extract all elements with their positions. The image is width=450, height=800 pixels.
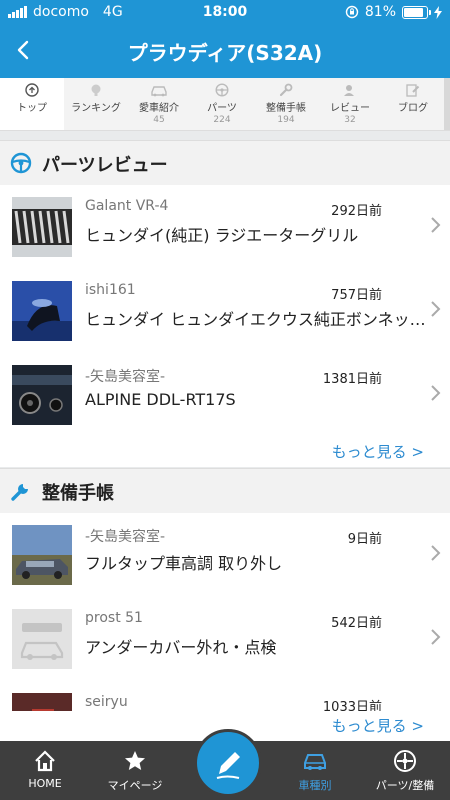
user-name: Galant VR-4: [85, 198, 169, 214]
post-button[interactable]: [194, 729, 262, 797]
item-title: ALPINE DDL-RT17S: [85, 390, 236, 409]
tab-label: ランキング: [71, 103, 121, 114]
car-icon: [304, 754, 326, 770]
see-more-link[interactable]: もっと見る >: [332, 441, 424, 462]
rotation-lock-icon: [345, 5, 359, 19]
item-title: フルタップ車高調 取り外し: [85, 554, 283, 573]
list-item[interactable]: seiryu 1033日前: [0, 681, 450, 711]
tab-blog[interactable]: ブログ: [382, 78, 444, 130]
thumbnail: [12, 197, 72, 257]
thumbnail: [12, 693, 72, 711]
nav-car-model[interactable]: 車種別: [270, 741, 360, 800]
pencil-icon: [406, 84, 420, 97]
user-name: prost 51: [85, 610, 143, 626]
category-tabs: トップ ランキング 愛車紹介 45 パーツ 224 整備手帳 194 レビュー …: [0, 78, 450, 131]
post-date: 9日前: [347, 532, 382, 547]
tab-ranking[interactable]: ランキング: [64, 78, 128, 130]
tab-label: ブログ: [398, 103, 428, 114]
list-item[interactable]: ishi161 757日前 ヒュンダイ ヒュンダイエクウス純正ボンネットマスコッ…: [0, 269, 450, 353]
post-date: 757日前: [331, 288, 382, 303]
tab-label: レビュー: [330, 103, 370, 114]
tab-top[interactable]: トップ: [0, 78, 64, 130]
tab-label: 整備手帳: [266, 103, 306, 114]
nav-bar: プラウディア(S32A): [0, 26, 450, 78]
item-title: ヒュンダイ(純正) ラジエーターグリル: [85, 226, 359, 245]
see-more-link[interactable]: もっと見る >: [332, 715, 424, 736]
user-name: -矢島美容室-: [85, 369, 166, 385]
parts-review-more: もっと見る >: [0, 437, 450, 467]
chevron-right-icon: [431, 545, 441, 561]
charging-icon: [434, 5, 442, 19]
home-icon: [35, 750, 55, 772]
tab-count: 224: [213, 115, 231, 125]
chevron-right-icon: [431, 629, 441, 645]
tab-parts[interactable]: パーツ 224: [190, 78, 254, 130]
nav-label: 車種別: [298, 779, 332, 792]
nav-label: パーツ/整備: [375, 779, 435, 792]
tab-count: 194: [277, 115, 295, 125]
steering-wheel-icon: [215, 83, 229, 97]
tab-count: 32: [344, 115, 356, 125]
list-item[interactable]: -矢島美容室- 1381日前 ALPINE DDL-RT17S: [0, 353, 450, 437]
wrench-icon: [11, 484, 28, 501]
section-title: パーツレビュー: [42, 155, 168, 176]
post-date: 1381日前: [322, 372, 382, 387]
section-title: 整備手帳: [42, 483, 114, 504]
list-item[interactable]: Galant VR-4 292日前 ヒュンダイ(純正) ラジエーターグリル: [0, 185, 450, 269]
tab-car-intro[interactable]: 愛車紹介 45: [128, 78, 190, 130]
top-icon: [25, 83, 39, 97]
parts-review-header: パーツレビュー: [0, 140, 450, 185]
chevron-right-icon: [431, 301, 441, 317]
bottom-nav: HOME マイページ 車種別 パーツ/整備: [0, 729, 450, 800]
nav-label: マイページ: [107, 779, 163, 792]
tabs-scrollbar[interactable]: [444, 78, 450, 130]
tab-label: トップ: [17, 103, 47, 114]
thumbnail: [12, 365, 72, 425]
star-icon: [125, 751, 145, 770]
nav-label: HOME: [28, 777, 62, 790]
post-date: 292日前: [331, 204, 382, 219]
chevron-right-icon: [431, 217, 441, 233]
item-title: アンダーカバー外れ・点検: [85, 638, 277, 657]
pencil-icon: [216, 752, 240, 779]
tab-label: 愛車紹介: [139, 103, 179, 114]
steering-wheel-icon: [10, 152, 32, 174]
user-name: ishi161: [85, 282, 136, 298]
chevron-right-icon: [431, 385, 441, 401]
item-title: ヒュンダイ ヒュンダイエクウス純正ボンネットマスコット: [85, 310, 430, 329]
battery-icon: [402, 5, 431, 19]
maintenance-header: 整備手帳: [0, 468, 450, 513]
list-item[interactable]: -矢島美容室- 9日前 フルタップ車高調 取り外し: [0, 513, 450, 597]
post-date: 1033日前: [322, 700, 382, 711]
page-title: プラウディア(S32A): [127, 41, 323, 65]
nav-home[interactable]: HOME: [0, 741, 90, 800]
tab-maintenance[interactable]: 整備手帳 194: [254, 78, 318, 130]
crown-icon: [91, 84, 101, 96]
status-bar: docomo 4G 18:00 81%: [0, 0, 450, 26]
car-icon: [151, 86, 167, 97]
thumbnail: [12, 525, 72, 585]
user-name: -矢島美容室-: [85, 529, 166, 545]
app-header: docomo 4G 18:00 81% プラウディア(S32A): [0, 0, 450, 78]
tab-count: 45: [153, 115, 165, 125]
tab-review[interactable]: レビュー 32: [318, 78, 382, 130]
wrench-icon: [279, 83, 293, 97]
post-date: 542日前: [331, 616, 382, 631]
review-icon: [344, 85, 354, 96]
battery-percent: 81%: [364, 4, 396, 20]
user-name: seiryu: [85, 694, 128, 710]
nav-parts-maintenance[interactable]: パーツ/整備: [360, 741, 450, 800]
wheel-icon: [394, 750, 416, 772]
list-item[interactable]: prost 51 542日前 アンダーカバー外れ・点検: [0, 597, 450, 681]
tab-label: パーツ: [207, 103, 237, 114]
nav-mypage[interactable]: マイページ: [90, 741, 180, 800]
thumbnail: [12, 609, 72, 669]
thumbnail: [12, 281, 72, 341]
